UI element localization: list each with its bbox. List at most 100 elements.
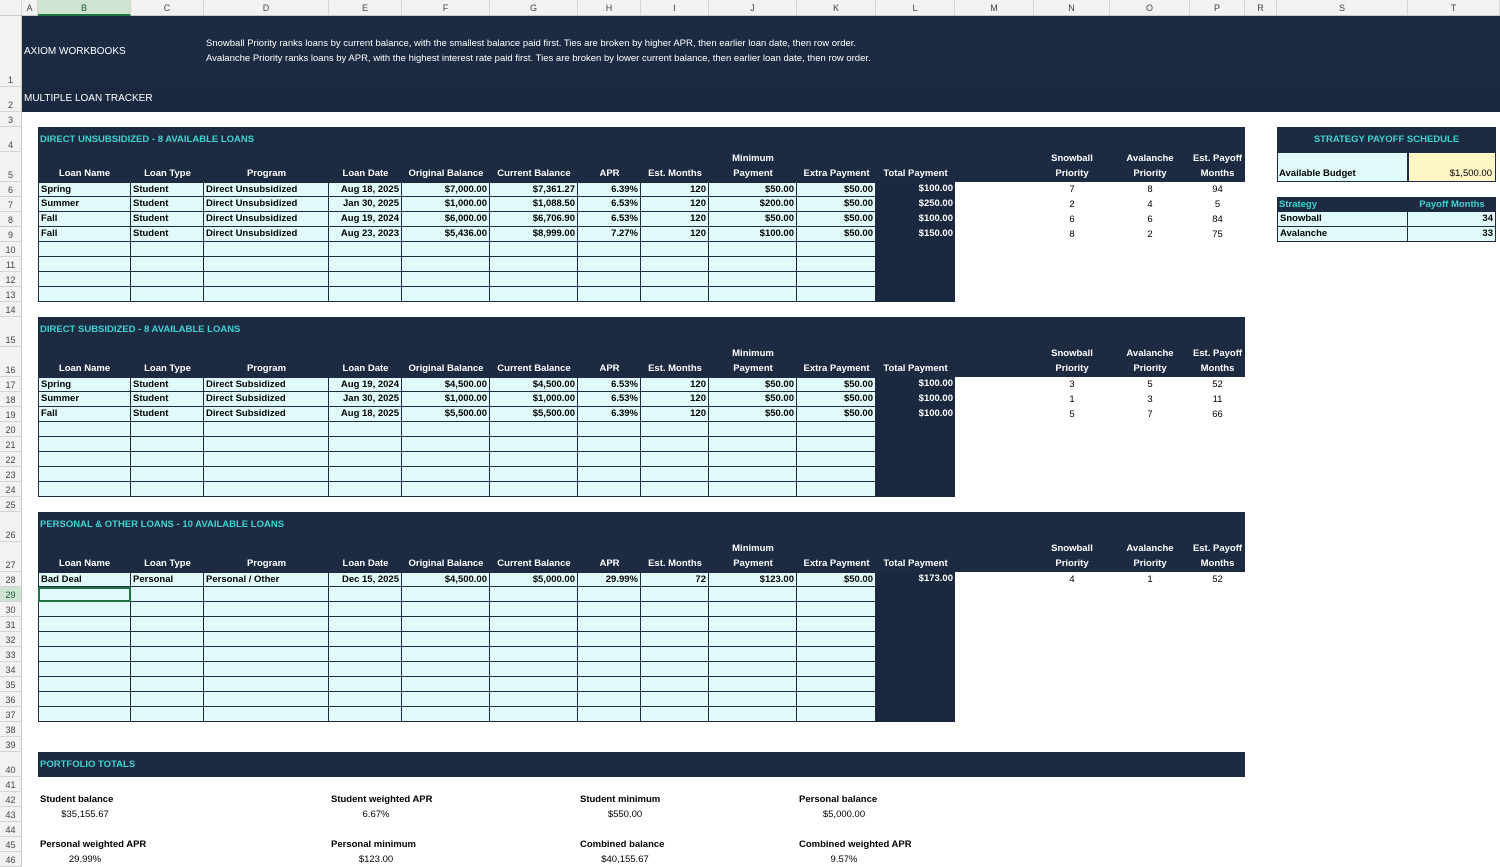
table-cell-type[interactable]: Student xyxy=(131,182,204,197)
table-cell-program[interactable] xyxy=(204,647,329,662)
table-cell-extra[interactable] xyxy=(797,467,876,482)
table-cell-months[interactable] xyxy=(641,692,709,707)
table-cell-date[interactable] xyxy=(329,467,402,482)
table-cell-type[interactable] xyxy=(131,632,204,647)
table-cell-date[interactable] xyxy=(329,242,402,257)
table-cell-orig[interactable] xyxy=(402,437,490,452)
table-cell-curr[interactable] xyxy=(490,287,578,302)
table-cell-date[interactable] xyxy=(329,422,402,437)
table-cell-type[interactable]: Student xyxy=(131,197,204,212)
column-header-c[interactable]: C xyxy=(131,0,204,16)
table-cell-type[interactable] xyxy=(131,272,204,287)
table-cell-type[interactable] xyxy=(131,467,204,482)
table-cell-curr[interactable]: $1,088.50 xyxy=(490,197,578,212)
table-cell-program[interactable] xyxy=(204,662,329,677)
row-header-8[interactable]: 8 xyxy=(0,212,22,227)
column-header-e[interactable]: E xyxy=(329,0,402,16)
table-cell-curr[interactable] xyxy=(490,272,578,287)
row-header-29[interactable]: 29 xyxy=(0,587,22,602)
table-cell-extra[interactable]: $50.00 xyxy=(797,407,876,422)
column-header-a[interactable]: A xyxy=(22,0,38,16)
row-header-18[interactable]: 18 xyxy=(0,392,22,407)
table-cell-total[interactable]: $100.00 xyxy=(876,392,955,407)
table-cell-curr[interactable] xyxy=(490,602,578,617)
table-cell-months[interactable] xyxy=(641,422,709,437)
column-header-g[interactable]: G xyxy=(490,0,578,16)
table-cell-months[interactable] xyxy=(641,617,709,632)
table-cell-type[interactable] xyxy=(131,452,204,467)
table-cell-name[interactable]: Fall xyxy=(38,407,131,422)
table-cell-extra[interactable] xyxy=(797,482,876,497)
row-header-1[interactable]: 1 xyxy=(0,16,22,87)
table-cell-total[interactable] xyxy=(876,437,955,452)
table-cell-min[interactable] xyxy=(709,437,797,452)
table-cell-type[interactable] xyxy=(131,602,204,617)
table-cell-months[interactable]: 72 xyxy=(641,572,709,587)
table-cell-min[interactable] xyxy=(709,272,797,287)
row-header-22[interactable]: 22 xyxy=(0,452,22,467)
table-cell-min[interactable]: $50.00 xyxy=(709,392,797,407)
table-cell-curr[interactable] xyxy=(490,467,578,482)
table-cell-total[interactable] xyxy=(876,257,955,272)
table-cell-extra[interactable] xyxy=(797,677,876,692)
table-cell-orig[interactable] xyxy=(402,287,490,302)
row-header-23[interactable]: 23 xyxy=(0,467,22,482)
table-cell-total[interactable]: $100.00 xyxy=(876,407,955,422)
table-cell-apr[interactable] xyxy=(578,437,641,452)
table-cell-orig[interactable]: $1,000.00 xyxy=(402,197,490,212)
table-cell-months[interactable] xyxy=(641,452,709,467)
table-cell-min[interactable] xyxy=(709,692,797,707)
column-header-r[interactable]: R xyxy=(1245,0,1277,16)
table-cell-program[interactable]: Direct Unsubsidized xyxy=(204,227,329,242)
table-cell-apr[interactable] xyxy=(578,707,641,722)
row-header-9[interactable]: 9 xyxy=(0,227,22,242)
table-cell-months[interactable] xyxy=(641,242,709,257)
row-header-42[interactable]: 42 xyxy=(0,792,22,807)
table-cell-min[interactable] xyxy=(709,677,797,692)
table-cell-program[interactable] xyxy=(204,272,329,287)
table-cell-curr[interactable] xyxy=(490,632,578,647)
table-cell-orig[interactable] xyxy=(402,617,490,632)
table-cell-date[interactable]: Aug 19, 2024 xyxy=(329,212,402,227)
table-cell-min[interactable]: $100.00 xyxy=(709,227,797,242)
table-cell-min[interactable] xyxy=(709,452,797,467)
table-cell-program[interactable]: Direct Unsubsidized xyxy=(204,182,329,197)
table-cell-curr[interactable] xyxy=(490,257,578,272)
table-cell-min[interactable] xyxy=(709,467,797,482)
table-cell-min[interactable] xyxy=(709,482,797,497)
row-header-31[interactable]: 31 xyxy=(0,617,22,632)
table-cell-curr[interactable]: $6,706.90 xyxy=(490,212,578,227)
table-cell-name[interactable]: Fall xyxy=(38,227,131,242)
table-cell-months[interactable]: 120 xyxy=(641,407,709,422)
table-cell-orig[interactable]: $4,500.00 xyxy=(402,572,490,587)
table-cell-total[interactable] xyxy=(876,617,955,632)
table-cell-name[interactable] xyxy=(38,602,131,617)
table-cell-apr[interactable]: 29.99% xyxy=(578,572,641,587)
table-cell-total[interactable]: $150.00 xyxy=(876,227,955,242)
row-header-28[interactable]: 28 xyxy=(0,572,22,587)
row-header-27[interactable]: 27 xyxy=(0,542,22,572)
table-cell-months[interactable]: 120 xyxy=(641,392,709,407)
table-cell-date[interactable]: Aug 19, 2024 xyxy=(329,377,402,392)
table-cell-months[interactable] xyxy=(641,707,709,722)
table-cell-orig[interactable] xyxy=(402,422,490,437)
table-cell-orig[interactable] xyxy=(402,677,490,692)
table-cell-name[interactable] xyxy=(38,287,131,302)
table-cell-min[interactable]: $123.00 xyxy=(709,572,797,587)
table-cell-min[interactable] xyxy=(709,707,797,722)
table-cell-apr[interactable] xyxy=(578,647,641,662)
table-cell-months[interactable] xyxy=(641,467,709,482)
table-cell-program[interactable]: Direct Subsidized xyxy=(204,407,329,422)
table-cell-months[interactable] xyxy=(641,272,709,287)
table-cell-orig[interactable] xyxy=(402,632,490,647)
table-cell-extra[interactable]: $50.00 xyxy=(797,197,876,212)
table-cell-curr[interactable]: $1,000.00 xyxy=(490,392,578,407)
table-cell-date[interactable]: Aug 18, 2025 xyxy=(329,182,402,197)
table-cell-type[interactable] xyxy=(131,677,204,692)
table-cell-total[interactable]: $250.00 xyxy=(876,197,955,212)
table-cell-orig[interactable] xyxy=(402,647,490,662)
table-cell-apr[interactable]: 6.53% xyxy=(578,392,641,407)
table-cell-total[interactable]: $100.00 xyxy=(876,212,955,227)
table-cell-curr[interactable]: $4,500.00 xyxy=(490,377,578,392)
table-cell-curr[interactable] xyxy=(490,692,578,707)
